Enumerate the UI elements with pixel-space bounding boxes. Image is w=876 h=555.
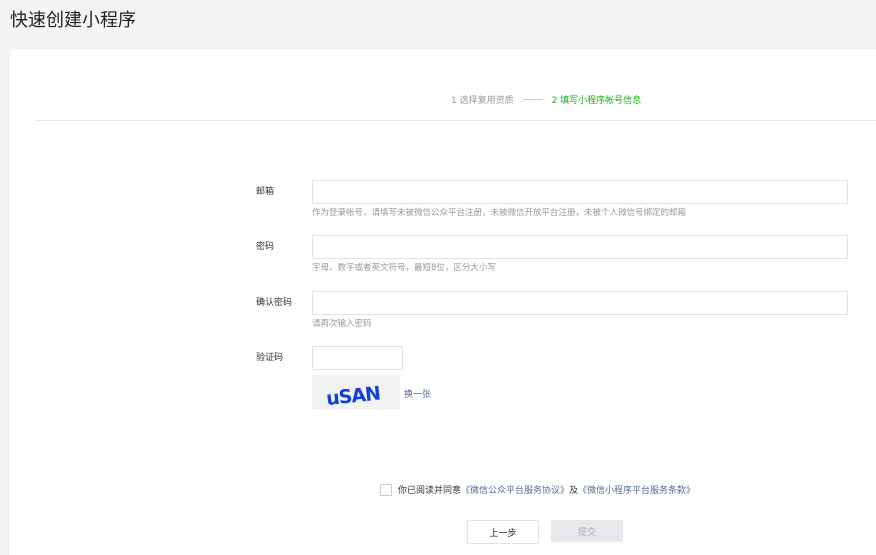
confirm-tip: 请再次输入密码 xyxy=(312,319,372,329)
submit-button[interactable]: 提交 xyxy=(551,520,623,542)
confirm-label: 确认密码 xyxy=(256,298,293,308)
form-card: 1 选择复用资质 2 填写小程序帐号信息 邮箱 作为登录帐号，请填写未被微信公众… xyxy=(10,50,876,555)
email-input[interactable] xyxy=(312,180,848,204)
captcha-text: uSAN xyxy=(325,383,381,410)
page-title: 快速创建小程序 xyxy=(10,10,136,31)
divider xyxy=(35,120,876,121)
captcha-label: 验证码 xyxy=(256,353,284,363)
miniprogram-terms-link[interactable]: 《微信小程序平台服务条款》 xyxy=(578,483,695,496)
captcha-input[interactable] xyxy=(312,346,403,370)
agree-and: 及 xyxy=(569,486,579,496)
password-input[interactable] xyxy=(312,235,848,259)
step-indicator: 1 选择复用资质 2 填写小程序帐号信息 xyxy=(451,93,641,106)
email-tip: 作为登录帐号，请填写未被微信公众平台注册，未被微信开放平台注册，未被个人微信号绑… xyxy=(312,208,687,218)
captcha-glyphs: uSAN xyxy=(325,383,381,411)
confirm-password-input[interactable] xyxy=(312,291,848,315)
step-divider xyxy=(522,99,543,100)
service-agreement-link[interactable]: 《微信公众平台服务协议》 xyxy=(461,483,569,496)
captcha-image[interactable]: uSAN xyxy=(312,375,400,410)
agree-prefix: 你已阅读并同意 xyxy=(398,486,462,496)
step-1: 1 选择复用资质 xyxy=(451,96,514,106)
password-label: 密码 xyxy=(256,242,275,252)
password-tip: 字母、数字或者英文符号，最短8位，区分大小写 xyxy=(312,263,496,273)
agree-checkbox[interactable] xyxy=(380,483,392,496)
refresh-captcha-link[interactable]: 换一张 xyxy=(404,387,431,400)
prev-step-button[interactable]: 上一步 xyxy=(467,520,539,544)
step-2: 2 填写小程序帐号信息 xyxy=(551,96,642,106)
email-label: 邮箱 xyxy=(256,187,275,197)
agreement: 你已阅读并同意 《微信公众平台服务协议》 及 《微信小程序平台服务条款》 xyxy=(380,483,695,496)
